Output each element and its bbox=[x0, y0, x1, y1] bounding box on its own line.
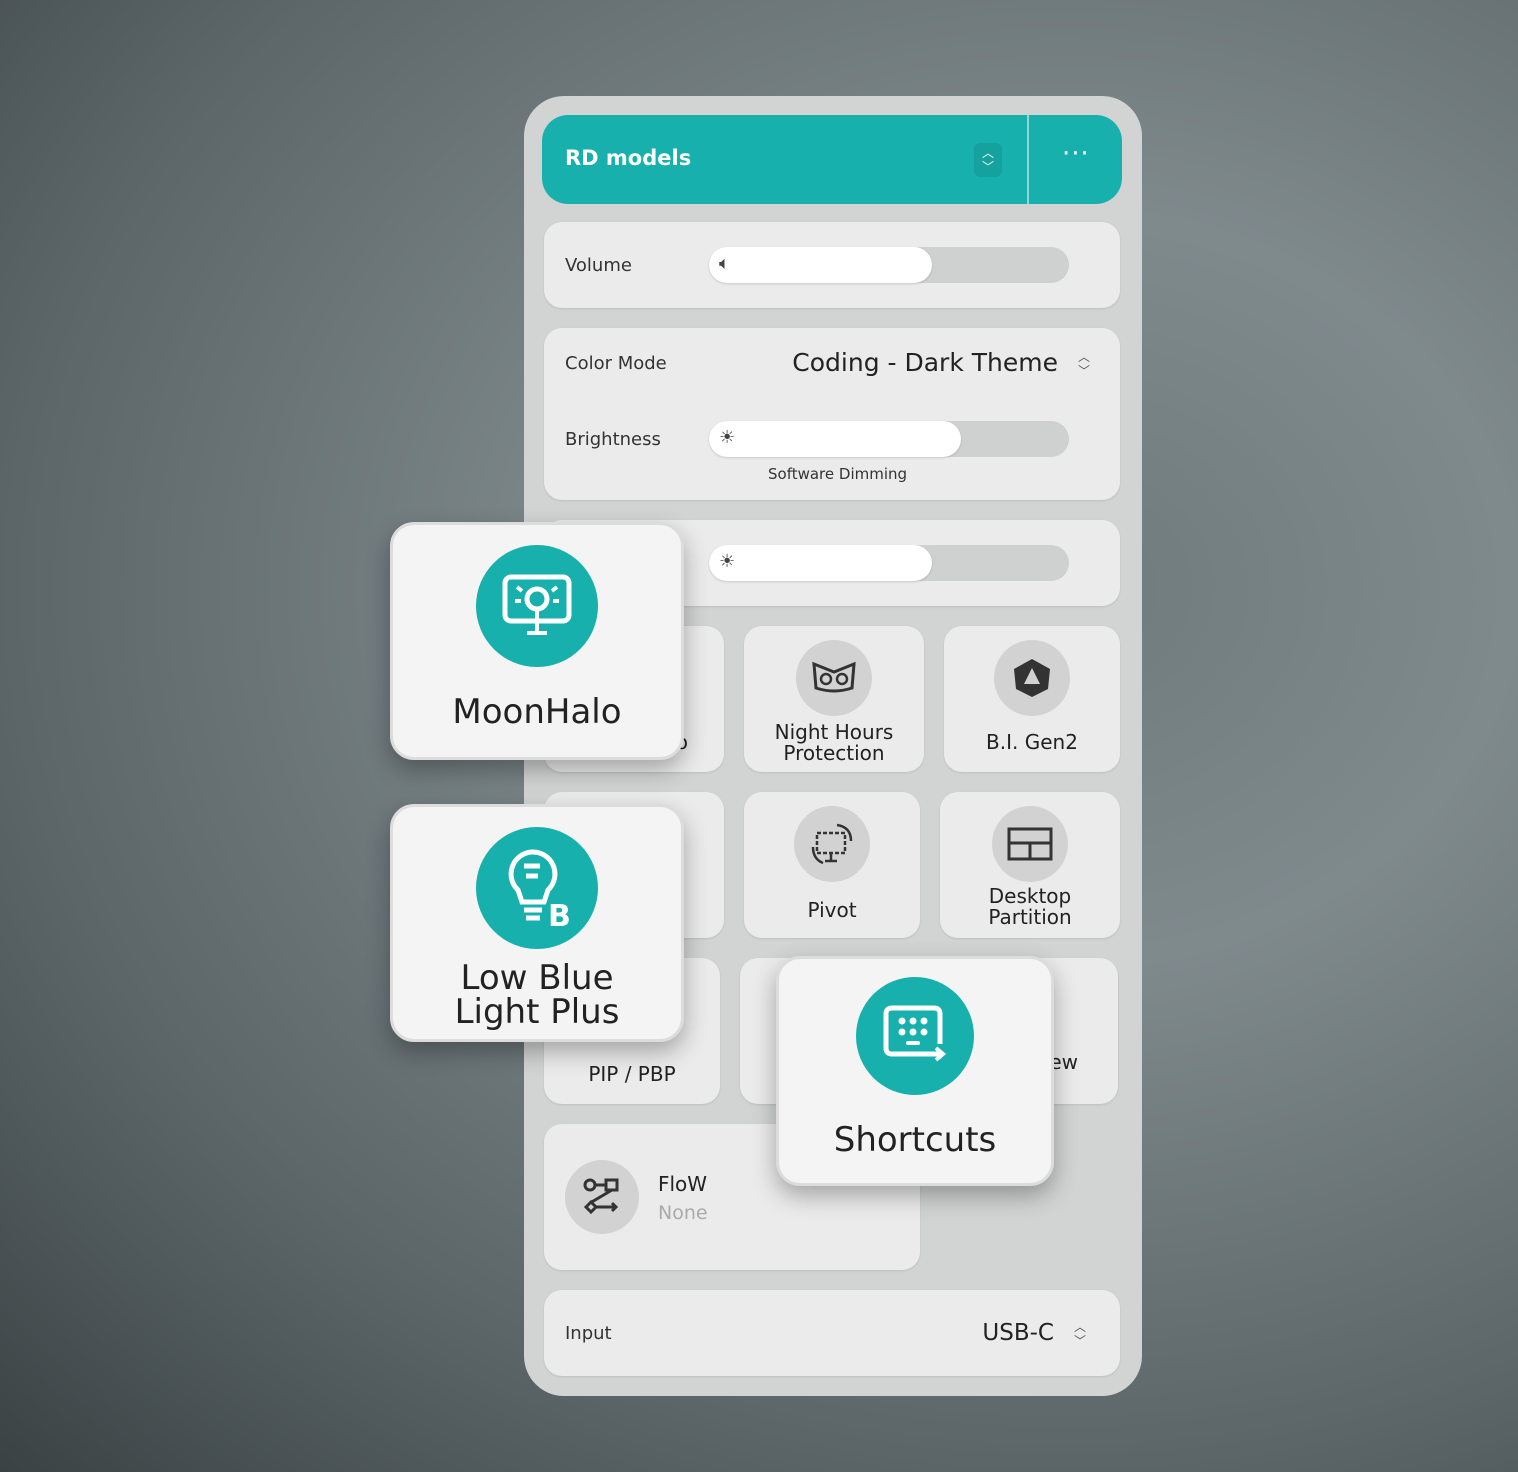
tile-desktop-partition[interactable]: Desktop Partition bbox=[940, 792, 1120, 938]
more-horizontal-icon[interactable]: ··· bbox=[1062, 139, 1090, 169]
popup-label: Shortcuts bbox=[833, 1120, 997, 1160]
low-blue-light-card[interactable]: B Low Blue Light Plus bbox=[390, 804, 684, 1042]
tile-night-hours[interactable]: Night Hours Protection bbox=[744, 626, 924, 772]
third-slider[interactable]: ☀ bbox=[709, 545, 1069, 581]
partition-icon bbox=[992, 806, 1068, 882]
popup-label: Low Blue Light Plus bbox=[454, 958, 620, 1032]
flow-value: None bbox=[658, 1202, 708, 1224]
speaker-icon: 🔈︎ bbox=[719, 253, 730, 274]
popup-label: MoonHalo bbox=[452, 692, 622, 732]
third-slider-fill bbox=[709, 545, 933, 581]
flow-title: FloW bbox=[658, 1172, 708, 1196]
volume-label: Volume bbox=[565, 255, 632, 276]
tile-bi-gen2[interactable]: B.I. Gen2 bbox=[944, 626, 1120, 772]
monitor-halo-icon bbox=[476, 545, 598, 667]
tile-pivot[interactable]: Pivot bbox=[744, 792, 920, 938]
keyboard-shortcut-icon bbox=[856, 977, 974, 1095]
volume-fill bbox=[709, 247, 933, 283]
input-label: Input bbox=[565, 1323, 612, 1344]
tile-label: PIP / PBP bbox=[588, 1062, 676, 1086]
color-card: Color Mode Coding - Dark Theme ︿ ﹀ Bright… bbox=[544, 328, 1120, 500]
tile-label: Desktop Partition bbox=[988, 884, 1072, 929]
chevron-up-down-icon[interactable]: ︿ ﹀ bbox=[974, 143, 1002, 177]
divider bbox=[1027, 115, 1029, 204]
brightness-slider[interactable]: ☀ bbox=[709, 421, 1069, 457]
svg-text:B: B bbox=[548, 899, 571, 930]
sun-icon: ☀ bbox=[719, 427, 736, 448]
color-mode-label: Color Mode bbox=[565, 353, 667, 374]
input-select[interactable]: USB-C bbox=[982, 1320, 1054, 1346]
volume-slider[interactable]: 🔈︎ bbox=[709, 247, 1069, 283]
brightness-label: Brightness bbox=[565, 429, 661, 450]
owl-icon bbox=[796, 640, 872, 716]
pivot-icon bbox=[794, 806, 870, 882]
flow-icon bbox=[565, 1160, 639, 1234]
chevron-up-down-icon[interactable]: ︿ ﹀ bbox=[1078, 350, 1090, 378]
moonhalo-card[interactable]: MoonHalo bbox=[390, 522, 684, 760]
bulb-icon: B bbox=[476, 827, 598, 949]
model-header: RD models ︿ ﹀ ··· bbox=[542, 115, 1122, 204]
sun-icon: ☀ bbox=[719, 551, 736, 572]
volume-card: Volume 🔈︎ bbox=[544, 222, 1120, 308]
model-title: RD models bbox=[565, 146, 692, 170]
tile-label: B.I. Gen2 bbox=[986, 730, 1078, 754]
color-mode-select[interactable]: Coding - Dark Theme bbox=[792, 348, 1058, 377]
bi-gen2-icon bbox=[994, 640, 1070, 716]
software-dimming-caption: Software Dimming bbox=[768, 465, 908, 483]
shortcuts-card[interactable]: Shortcuts bbox=[776, 956, 1054, 1186]
tile-label: Night Hours Protection bbox=[774, 720, 894, 765]
tile-label: Pivot bbox=[807, 898, 857, 922]
brightness-fill bbox=[709, 421, 961, 457]
chevron-up-down-icon[interactable]: ︿ ﹀ bbox=[1074, 1320, 1086, 1348]
input-card: Input USB-C ︿ ﹀ bbox=[544, 1290, 1120, 1376]
